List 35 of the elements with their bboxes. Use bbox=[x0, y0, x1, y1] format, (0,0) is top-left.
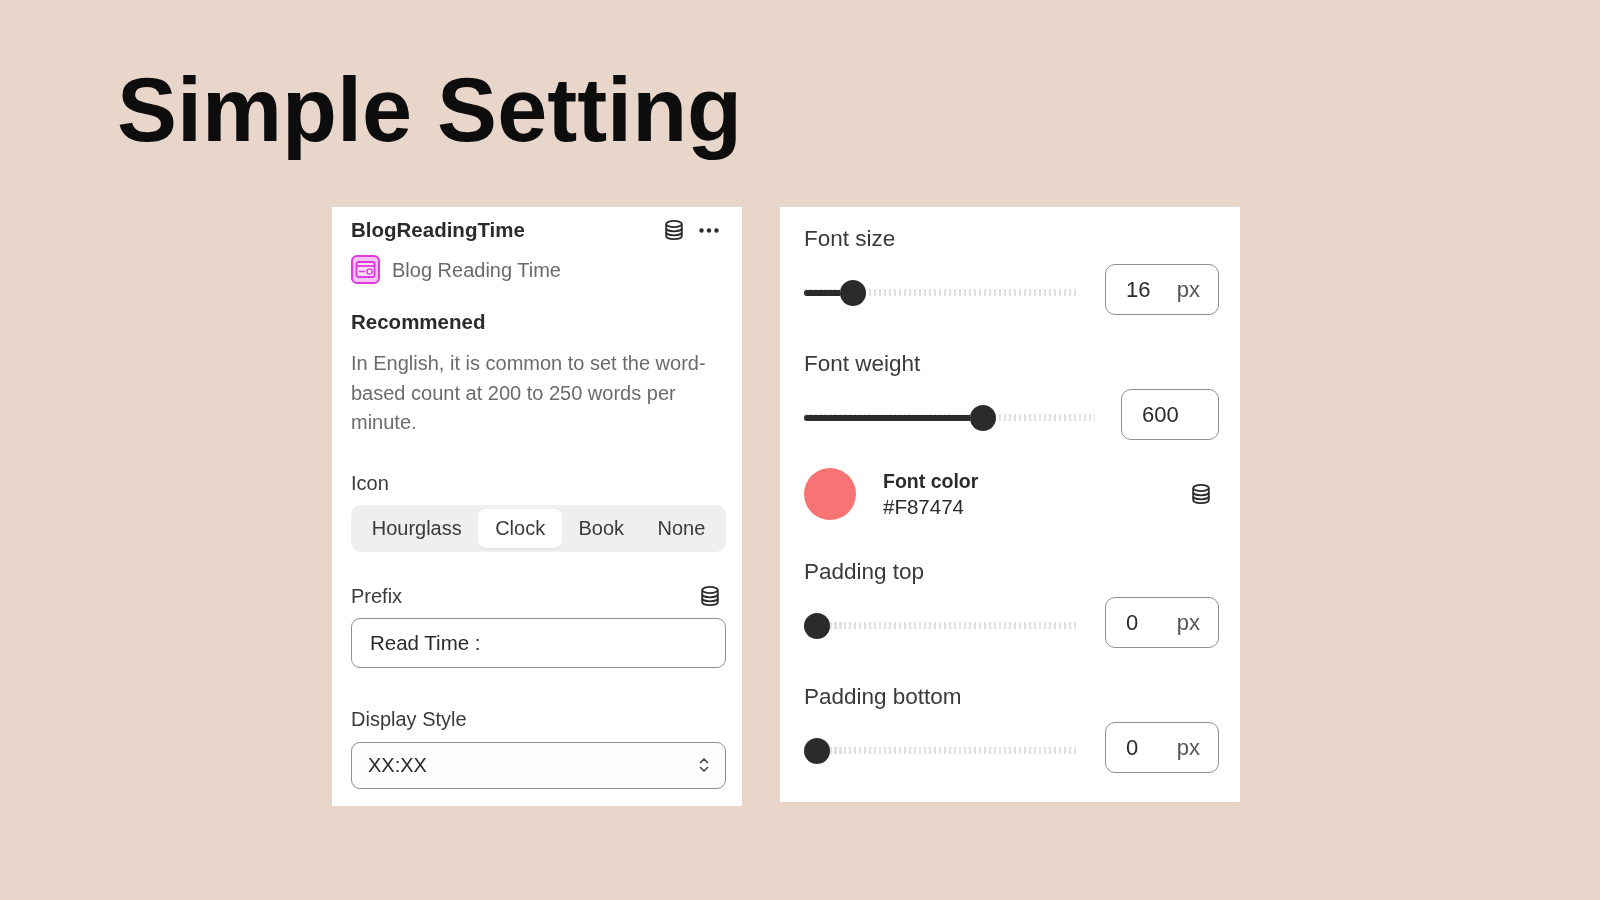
database-icon[interactable] bbox=[665, 220, 683, 240]
number-input[interactable]: 0 px bbox=[1105, 722, 1219, 773]
segment-option[interactable]: None bbox=[640, 508, 723, 548]
prefix-input[interactable]: Read Time : bbox=[351, 617, 726, 668]
slider-thumb[interactable] bbox=[839, 279, 866, 306]
page-title: Simple Setting bbox=[117, 59, 743, 162]
segment-option[interactable]: Book bbox=[561, 508, 641, 548]
number-input[interactable]: 0 px bbox=[1105, 597, 1219, 648]
component-name: BlogReadingTime bbox=[351, 217, 525, 243]
field-label: Padding top bbox=[804, 559, 926, 585]
color-label: Font color bbox=[883, 469, 980, 494]
segment-option[interactable]: Hourglass bbox=[355, 508, 479, 548]
field-label: Display Style bbox=[351, 706, 468, 731]
component-label: Blog Reading Time bbox=[392, 257, 561, 283]
field-label: Prefix bbox=[351, 583, 403, 608]
segment-option[interactable]: Clock bbox=[478, 508, 562, 548]
number-input[interactable]: 16 px bbox=[1105, 264, 1219, 315]
color-swatch[interactable] bbox=[804, 468, 856, 520]
slider-thumb[interactable] bbox=[969, 404, 996, 431]
field-label: Font size bbox=[804, 226, 897, 252]
number-input[interactable]: 600 bbox=[1121, 389, 1219, 440]
slider-thumb[interactable] bbox=[804, 612, 830, 639]
component-icon bbox=[351, 255, 380, 284]
database-icon[interactable] bbox=[1192, 484, 1210, 504]
slider-thumb[interactable] bbox=[804, 737, 830, 764]
chevron-up-down-icon bbox=[699, 757, 709, 773]
more-icon[interactable] bbox=[699, 227, 719, 233]
field-label: Padding bottom bbox=[804, 684, 963, 710]
color-hex-value: #F87474 bbox=[883, 494, 965, 520]
field-label: Font weight bbox=[804, 351, 922, 377]
field-label: Icon bbox=[351, 470, 390, 495]
section-heading: Recommened bbox=[351, 310, 487, 334]
recommendation-text: In English, it is common to set the word-based count at 200 to 250 words per minute. bbox=[351, 351, 707, 435]
display-style-select[interactable]: XX:XX bbox=[351, 741, 726, 789]
database-icon[interactable] bbox=[701, 585, 719, 606]
